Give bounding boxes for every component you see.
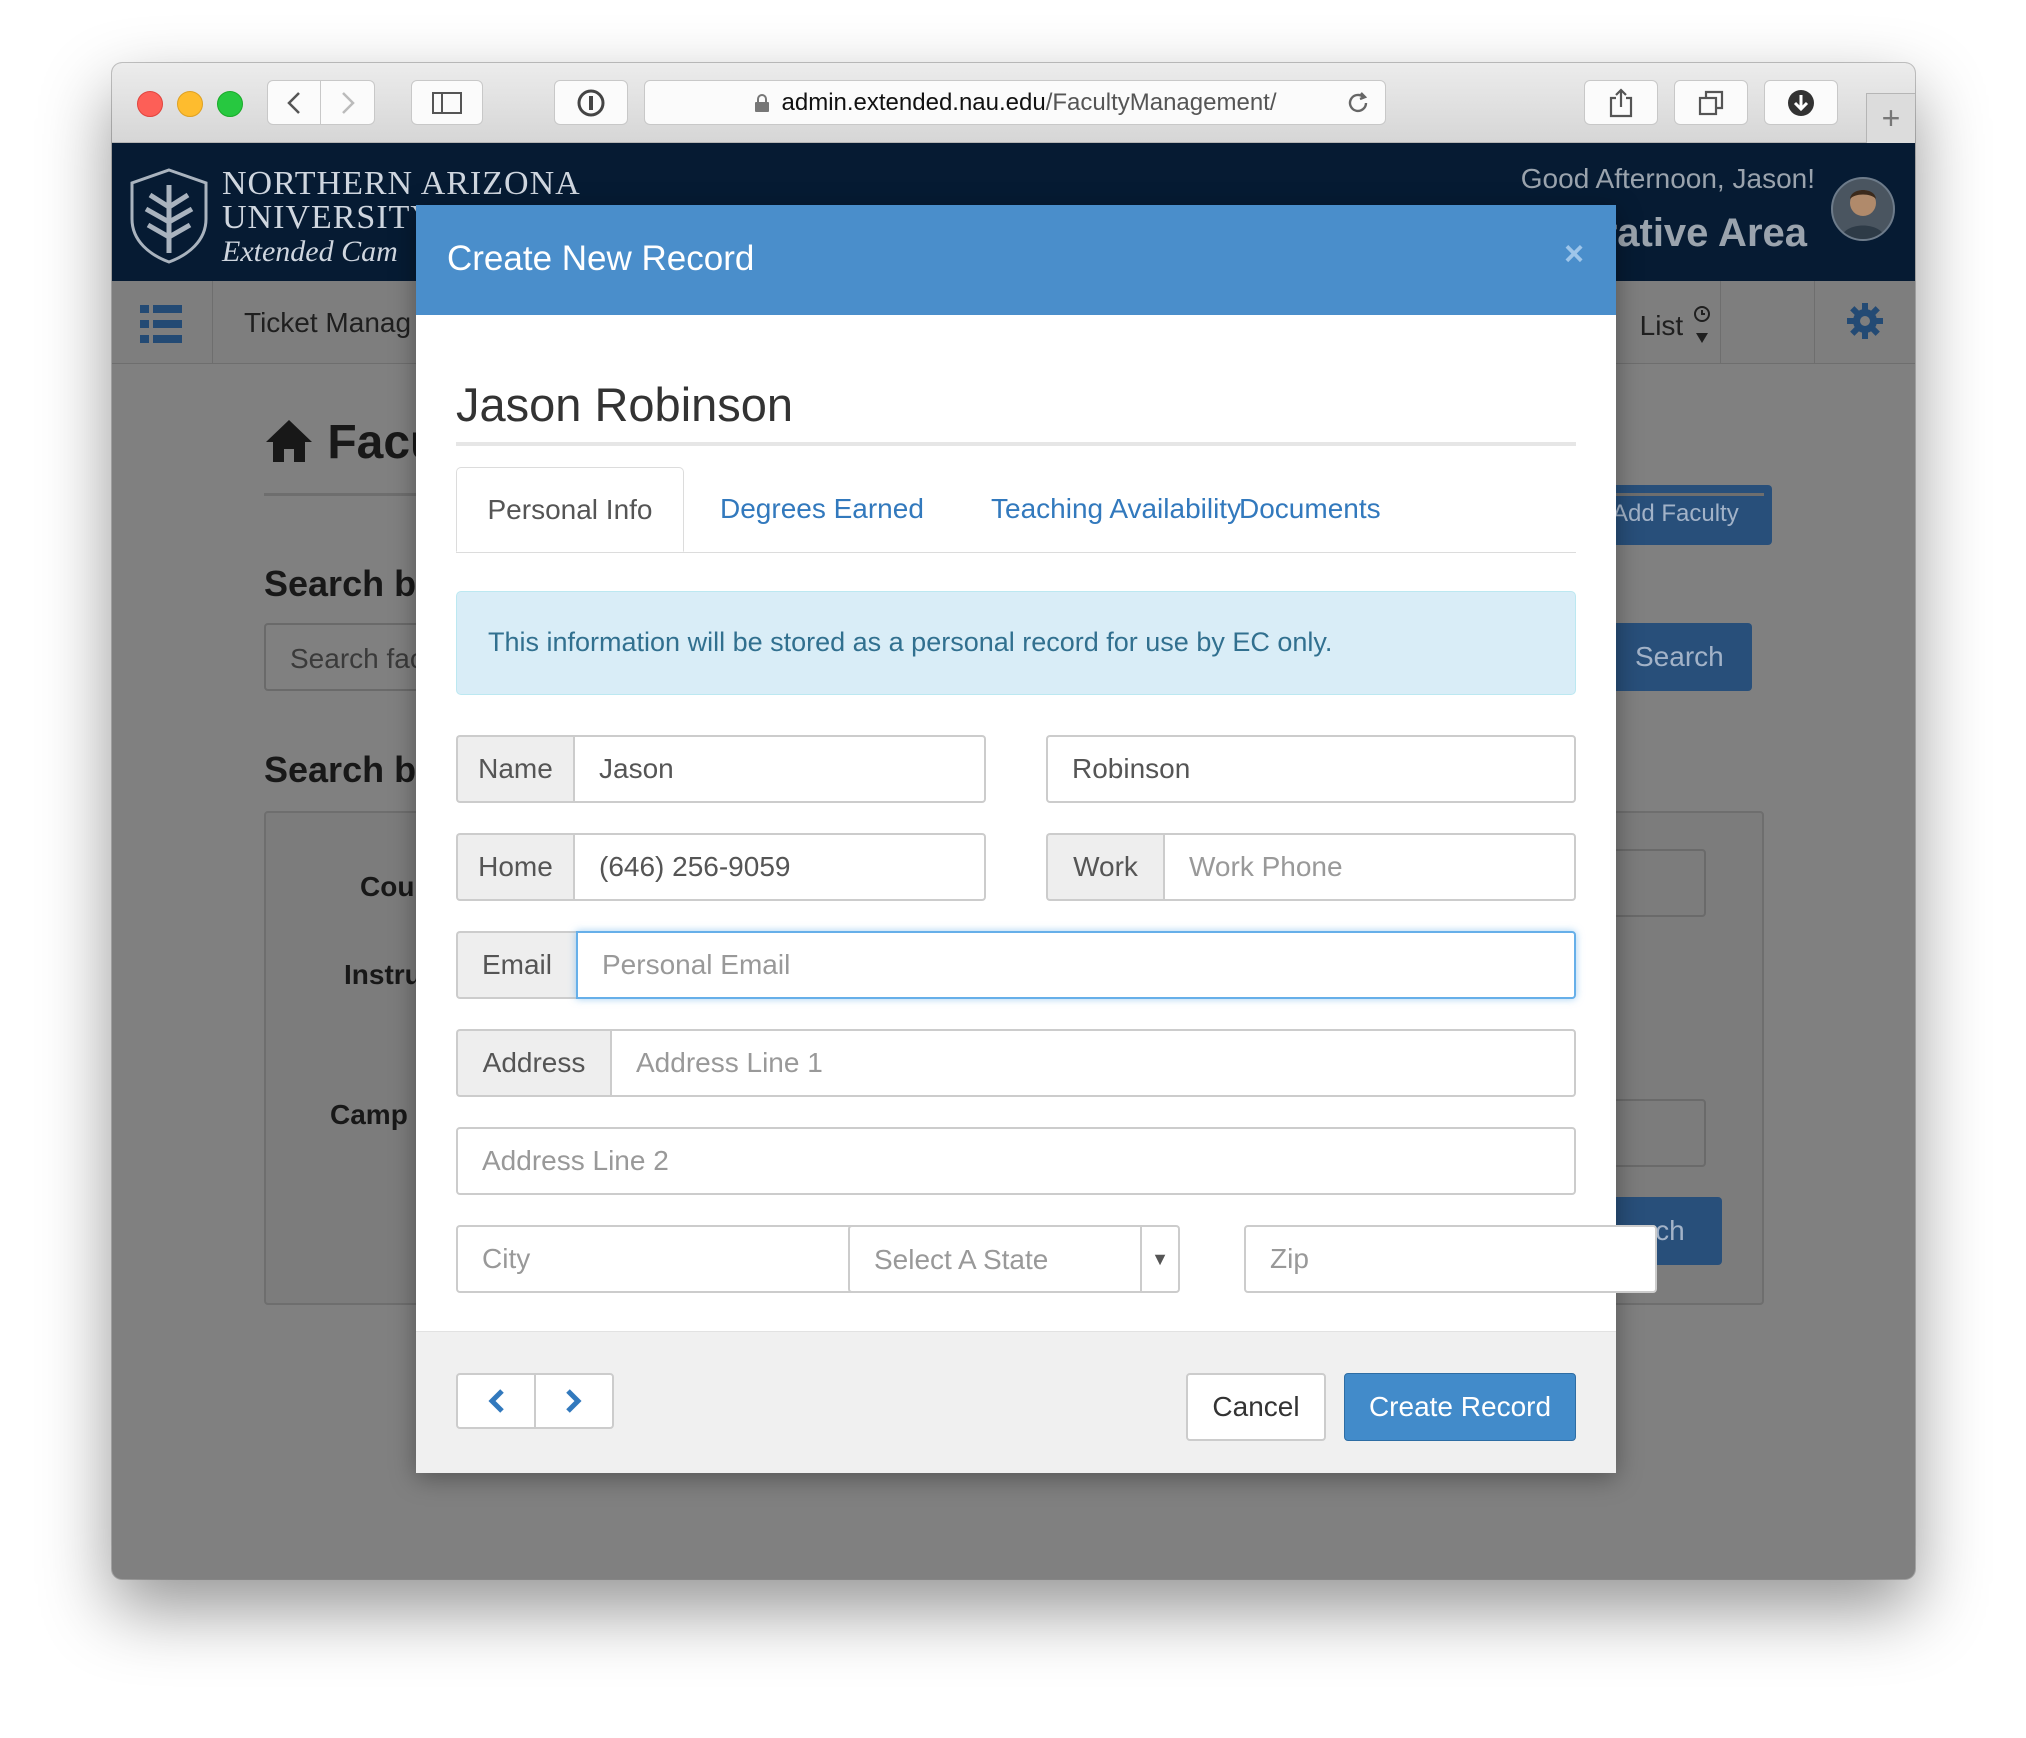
- modal-title: Create New Record: [447, 239, 755, 278]
- nav-ticket-management[interactable]: Ticket Manag: [244, 307, 411, 339]
- clock-icon: [1694, 306, 1710, 343]
- back-button[interactable]: [267, 80, 321, 125]
- close-window-button[interactable]: [137, 91, 163, 117]
- address-bar[interactable]: admin.extended.nau.edu/FacultyManagement…: [644, 80, 1386, 125]
- state-select-value: Select A State: [874, 1244, 1049, 1275]
- nav-list[interactable]: List: [1640, 305, 1713, 345]
- nav-list-label: List: [1639, 310, 1684, 341]
- email-label: Email: [456, 931, 576, 999]
- nav-divider: [212, 281, 213, 363]
- zip-group: [1244, 1225, 1657, 1293]
- address-line-2-input[interactable]: [456, 1127, 1576, 1195]
- reload-icon[interactable]: [1345, 90, 1371, 116]
- course-label: Cou: [360, 871, 415, 902]
- work-phone-group: Work: [1046, 833, 1576, 901]
- forward-icon: [341, 91, 355, 114]
- record-person-name: Jason Robinson: [456, 378, 794, 431]
- chevron-right-icon: [566, 1389, 582, 1413]
- email-input[interactable]: [576, 931, 1576, 999]
- modal-footer: Cancel Create Record: [416, 1331, 1616, 1473]
- forward-button[interactable]: [321, 80, 375, 125]
- cancel-button[interactable]: Cancel: [1186, 1373, 1326, 1441]
- create-record-button[interactable]: Create Record: [1344, 1373, 1576, 1441]
- city-group: [456, 1225, 869, 1293]
- info-alert: This information will be stored as a per…: [456, 591, 1576, 695]
- modal-header: Create New Record ×: [416, 205, 1616, 315]
- first-name-group: Name: [456, 735, 986, 803]
- city-input[interactable]: [456, 1225, 869, 1293]
- nav-divider: [1814, 281, 1815, 363]
- search-section-heading: Search b: [264, 563, 417, 604]
- work-phone-input[interactable]: [1163, 833, 1576, 901]
- previous-button[interactable]: [458, 1375, 534, 1427]
- record-pager: [456, 1373, 614, 1429]
- last-name-input[interactable]: [1046, 735, 1576, 803]
- first-name-input[interactable]: [573, 735, 986, 803]
- back-icon: [287, 91, 300, 114]
- home-icon: [266, 420, 312, 462]
- url-host: admin.extended.nau.edu: [781, 88, 1046, 116]
- zoom-window-button[interactable]: [217, 91, 243, 117]
- home-label: Home: [456, 833, 573, 901]
- browser-window: admin.extended.nau.edu/FacultyManagement…: [112, 63, 1915, 1579]
- search-section-heading-2: Search b: [264, 749, 417, 790]
- password-button[interactable]: [554, 80, 628, 125]
- zip-input[interactable]: [1244, 1225, 1657, 1293]
- tab-teaching-availability[interactable]: Teaching Availability: [991, 467, 1241, 551]
- browser-toolbar: admin.extended.nau.edu/FacultyManagement…: [112, 63, 1915, 143]
- sidebar-icon: [432, 91, 462, 114]
- tab-personal-info[interactable]: Personal Info: [456, 467, 684, 552]
- password-icon: [577, 89, 605, 116]
- email-group: Email: [456, 931, 1576, 999]
- share-icon: [1609, 87, 1633, 117]
- instructor-label: Instru: [344, 959, 422, 990]
- tab-degrees-earned[interactable]: Degrees Earned: [720, 467, 924, 551]
- next-button[interactable]: [534, 1375, 612, 1427]
- tabs-icon: [1698, 90, 1724, 115]
- nav-divider: [1720, 281, 1721, 363]
- create-record-modal: Create New Record × Jason Robinson Perso…: [416, 205, 1657, 1473]
- chevron-left-icon: [488, 1389, 504, 1413]
- search-button[interactable]: Search: [1612, 623, 1752, 691]
- campus-label: Camp: [330, 1099, 408, 1130]
- state-select[interactable]: Select A State ▼: [848, 1225, 1180, 1293]
- minimize-window-button[interactable]: [177, 91, 203, 117]
- record-tabs: Personal Info Degrees Earned Teaching Av…: [456, 467, 1576, 553]
- address-label: Address: [456, 1029, 610, 1097]
- list-icon[interactable]: [140, 305, 182, 343]
- address-line-1-input[interactable]: [610, 1029, 1576, 1097]
- downloads-button[interactable]: [1764, 80, 1838, 125]
- share-button[interactable]: [1584, 80, 1658, 125]
- greeting-text: Good Afternoon, Jason!: [1520, 163, 1815, 194]
- close-icon[interactable]: ×: [1564, 235, 1584, 274]
- sidebar-button[interactable]: [411, 80, 483, 125]
- lock-icon: [754, 93, 769, 112]
- url-path: /FacultyManagement/: [1045, 88, 1277, 116]
- chevron-down-icon: ▼: [1140, 1227, 1178, 1291]
- tab-documents[interactable]: Documents: [1239, 467, 1381, 551]
- name-label: Name: [456, 735, 573, 803]
- new-tab-button[interactable]: +: [1866, 93, 1915, 143]
- last-name-group: [1046, 735, 1576, 803]
- nau-logo-icon: [130, 168, 208, 264]
- avatar[interactable]: [1831, 177, 1895, 241]
- logo-line-1: NORTHERN ARIZONA: [222, 165, 581, 202]
- tabs-button[interactable]: [1674, 80, 1748, 125]
- download-icon: [1788, 89, 1814, 116]
- page-title: Facu: [264, 415, 439, 470]
- address-group: Address: [456, 1029, 1576, 1097]
- gear-icon[interactable]: [1845, 301, 1885, 341]
- plus-icon: +: [1881, 100, 1901, 136]
- name-divider: [456, 442, 1576, 446]
- area-title: rative Area: [1601, 211, 1807, 255]
- address-line-2-group: [456, 1127, 1576, 1195]
- home-phone-input[interactable]: [573, 833, 986, 901]
- work-label: Work: [1046, 833, 1163, 901]
- home-phone-group: Home: [456, 833, 986, 901]
